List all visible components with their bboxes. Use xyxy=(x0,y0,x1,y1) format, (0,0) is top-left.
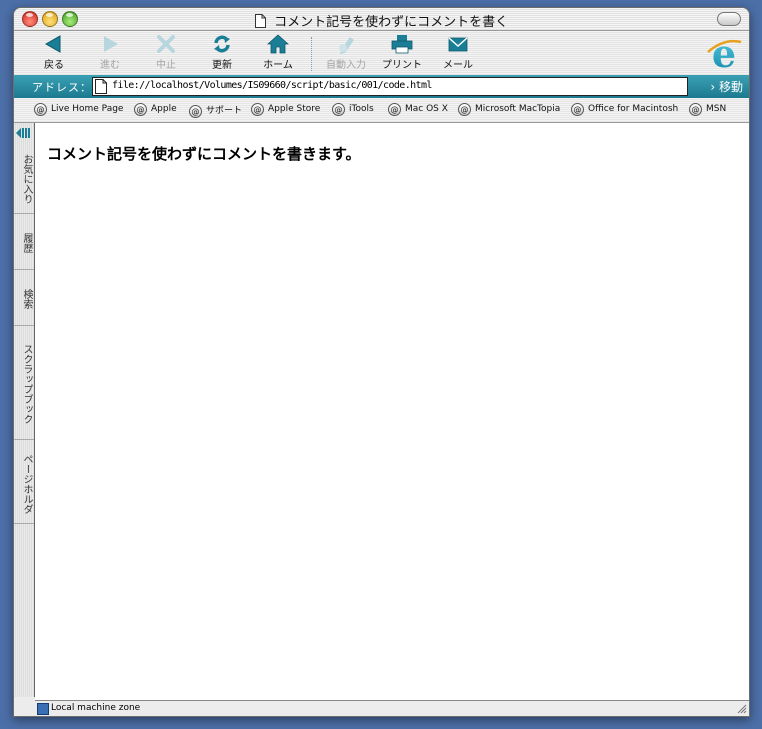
explorer-tab-page-holder[interactable]: ページホルダ xyxy=(14,445,34,524)
mail-envelope-icon xyxy=(448,37,468,52)
at-link-icon: @ xyxy=(458,103,471,116)
back-button[interactable]: 戻る xyxy=(26,34,82,71)
explorer-tab-search[interactable]: 検索 xyxy=(14,273,34,326)
printer-icon xyxy=(391,35,413,54)
zone-icon xyxy=(37,703,49,715)
at-link-icon: @ xyxy=(34,103,47,116)
status-zone-text: Local machine zone xyxy=(51,703,141,713)
explorer-toggle-icon[interactable] xyxy=(15,126,33,140)
at-link-icon: @ xyxy=(134,103,147,116)
page-document-icon xyxy=(95,79,107,94)
favorite-apple-store[interactable]: @ Apple Store xyxy=(251,103,320,116)
forward-arrow-icon xyxy=(104,36,118,52)
document-icon xyxy=(254,14,266,28)
at-link-icon: @ xyxy=(332,103,345,116)
go-label: 移動 xyxy=(718,80,743,94)
forward-button[interactable]: 進む xyxy=(82,34,138,71)
back-label: 戻る xyxy=(44,60,64,71)
forward-label: 進む xyxy=(100,60,120,71)
autofill-button[interactable]: 自動入力 xyxy=(318,34,374,71)
favorites-bar: @ Live Home Page @ Apple @ サポート @ Apple Stor… xyxy=(14,98,749,123)
title-bar[interactable]: コメント記号を使わずにコメントを書く xyxy=(14,8,749,31)
home-button[interactable]: ホーム xyxy=(250,34,306,71)
print-button[interactable]: プリント xyxy=(374,34,430,71)
mail-button[interactable]: メール xyxy=(430,34,486,71)
home-icon xyxy=(267,34,289,54)
autofill-pen-icon xyxy=(339,37,354,54)
svg-text:e: e xyxy=(712,34,736,72)
favorite-support[interactable]: @ サポート xyxy=(189,103,242,118)
at-link-icon: @ xyxy=(388,103,401,116)
home-label: ホーム xyxy=(263,60,293,71)
address-bar: アドレス： file://localhost/Volumes/IS09660/s… xyxy=(14,75,749,98)
print-label: プリント xyxy=(382,60,422,71)
at-link-icon: @ xyxy=(251,103,264,116)
resize-grip-icon[interactable] xyxy=(736,703,747,714)
address-url: file://localhost/Volumes/IS09660/script/… xyxy=(112,80,432,91)
toolbar-separator xyxy=(311,37,313,71)
at-link-icon: @ xyxy=(189,105,202,118)
autofill-label: 自動入力 xyxy=(326,60,366,71)
refresh-button[interactable]: 更新 xyxy=(194,34,250,71)
page-content: コメント記号を使わずにコメントを書きます。 xyxy=(35,123,749,700)
at-link-icon: @ xyxy=(571,103,584,116)
explorer-bar: お気に入り 履歴 検索 スクラップブック ページホルダ xyxy=(14,123,35,697)
refresh-label: 更新 xyxy=(212,60,232,71)
mail-label: メール xyxy=(443,60,473,71)
stop-x-icon xyxy=(157,35,175,53)
status-bar: Local machine zone xyxy=(35,700,749,716)
go-button[interactable]: › 移動 xyxy=(710,78,743,95)
explorer-tab-history[interactable]: 履歴 xyxy=(14,217,34,270)
explorer-tab-scrapbook[interactable]: スクラップブック xyxy=(14,329,34,440)
stop-button[interactable]: 中止 xyxy=(138,34,194,71)
address-label: アドレス： xyxy=(32,81,92,94)
toolbar: 戻る 進む 中止 更新 ホーム 自動入力 プリント メール e xyxy=(14,31,749,75)
favorite-apple[interactable]: @ Apple xyxy=(134,103,177,116)
browser-window: コメント記号を使わずにコメントを書く 戻る 進む 中止 更新 ホーム 自動入力 … xyxy=(13,7,750,717)
page-text: コメント記号を使わずにコメントを書きます。 xyxy=(47,145,361,163)
stop-label: 中止 xyxy=(156,60,176,71)
internet-explorer-logo[interactable]: e xyxy=(705,34,743,72)
toolbar-toggle-button[interactable] xyxy=(717,12,741,26)
at-link-icon: @ xyxy=(689,103,702,116)
favorite-mac-os-x[interactable]: @ Mac OS X xyxy=(388,103,448,116)
address-input[interactable]: file://localhost/Volumes/IS09660/script/… xyxy=(92,77,688,96)
refresh-icon xyxy=(214,35,230,53)
window-title: コメント記号を使わずにコメントを書く xyxy=(274,15,509,30)
favorite-itools[interactable]: @ iTools xyxy=(332,103,374,116)
explorer-tab-favorites[interactable]: お気に入り xyxy=(14,145,34,214)
favorite-msn[interactable]: @ MSN xyxy=(689,103,726,116)
favorite-office-for-macintosh[interactable]: @ Office for Macintosh xyxy=(571,103,678,116)
back-arrow-icon xyxy=(44,35,61,53)
favorite-microsoft-mactopia[interactable]: @ Microsoft MacTopia xyxy=(458,103,560,116)
favorite-live-home-page[interactable]: @ Live Home Page xyxy=(34,103,123,116)
